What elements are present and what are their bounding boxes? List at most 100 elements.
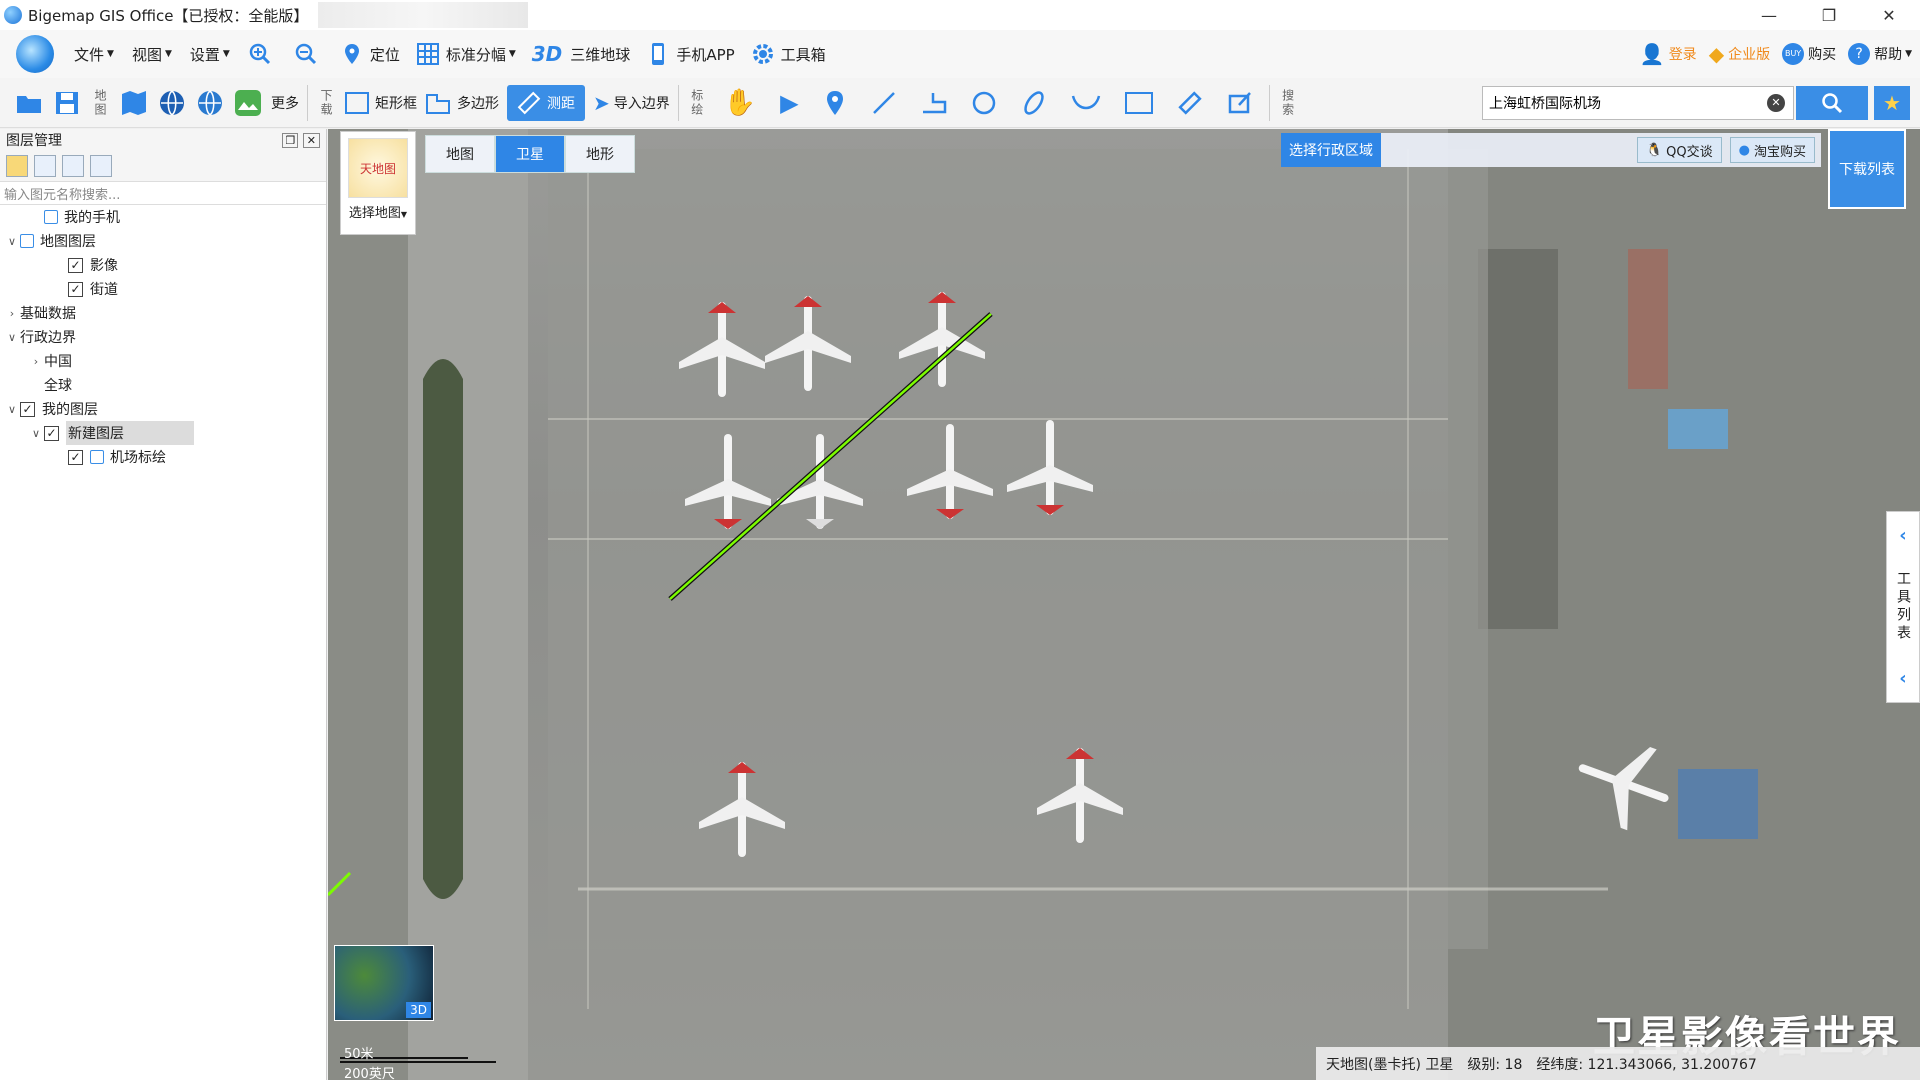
checkbox[interactable]: ✓ (20, 401, 35, 417)
login-button[interactable]: 👤 登录 (1640, 42, 1697, 66)
tree-item[interactable]: ∨ ✓ 新建图层 (0, 421, 326, 445)
globe-button-1[interactable] (157, 85, 187, 121)
tree-item[interactable]: 我的手机 (0, 205, 326, 229)
chevron-down-icon[interactable]: ∨ (4, 403, 20, 416)
ellipse-tool[interactable] (1021, 85, 1047, 121)
chevron-right-icon[interactable]: › (28, 355, 44, 368)
search-icon[interactable] (90, 155, 112, 177)
point-tool[interactable] (823, 85, 847, 121)
download-list-button[interactable]: 下载列表 (1828, 129, 1906, 209)
checkbox[interactable]: ✓ (68, 281, 83, 297)
location-pin-icon (344, 44, 359, 64)
float-icon[interactable]: ❐ (282, 133, 299, 148)
chevron-left-icon[interactable]: ‹ (1899, 525, 1906, 546)
save-button[interactable] (52, 85, 82, 121)
menu-settings[interactable]: 设置 ▼ (190, 44, 230, 65)
restore-button[interactable]: ❐ (1800, 0, 1858, 30)
map-view[interactable]: 天地图 选择地图▼ 地图 卫星 地形 选择行政区域 🐧 QQ交谈 ● 淘宝购买 下载… (328, 129, 1920, 1080)
pan-tool[interactable]: ✋ (724, 85, 756, 121)
import-boundary-button[interactable]: ➤ 导入边界 (593, 85, 670, 121)
polygon-select-button[interactable]: 多边形 (425, 85, 499, 121)
rectangle-select-button[interactable]: 矩形框 (345, 85, 417, 121)
tree-item[interactable]: ∨ ✓ 我的图层 (0, 397, 326, 421)
toolbox-button[interactable]: 工具箱 (751, 42, 826, 66)
tree-item[interactable]: ∨ 地图图层 (0, 229, 326, 253)
select-map-button[interactable]: 天地图 选择地图▼ (340, 131, 416, 235)
buy-button[interactable]: BUY 购买 (1782, 43, 1836, 65)
rectangle-icon (345, 91, 369, 114)
map-download-button[interactable] (233, 85, 263, 121)
3d-globe-thumbnail[interactable]: 3D (334, 945, 434, 1021)
checkbox[interactable]: ✓ (68, 257, 83, 273)
tree-item[interactable]: 全球 (0, 373, 326, 397)
standard-grid-button[interactable]: 标准分幅 ▼ (416, 42, 516, 66)
polyline-icon (922, 92, 946, 113)
tab-map[interactable]: 地图 (425, 135, 495, 173)
separator (307, 84, 308, 121)
line-tool[interactable] (871, 85, 897, 121)
map-group-label: 地图 (93, 88, 107, 117)
tab-satellite[interactable]: 卫星 (495, 135, 565, 173)
favorite-button[interactable]: ★ (1874, 86, 1910, 120)
settings-icon[interactable] (62, 155, 84, 177)
zoom-out-button[interactable] (294, 42, 324, 66)
tree-item[interactable]: ✓ 机场标绘 (0, 445, 326, 469)
folder-open-icon (17, 95, 41, 113)
close-icon[interactable]: ✕ (302, 133, 320, 148)
tool-list-panel[interactable]: ‹ 工具列表 ‹ (1886, 511, 1920, 703)
tool-list-label: 工具列表 (1895, 570, 1911, 643)
select-tool[interactable]: ▶ (780, 85, 798, 121)
title-bar: Bigemap GIS Office【已授权：全能版】 — ❐ ✕ (0, 0, 1920, 30)
circle-icon (972, 91, 995, 114)
minimize-button[interactable]: — (1740, 0, 1798, 30)
open-file-button[interactable] (14, 85, 44, 121)
enterprise-button[interactable]: ◆ 企业版 (1709, 42, 1770, 66)
globe-button-2[interactable] (195, 85, 225, 121)
polyline-tool[interactable] (921, 85, 947, 121)
marker-icon (826, 90, 843, 115)
tree-item[interactable]: ∨ 行政边界 (0, 325, 326, 349)
tab-terrain[interactable]: 地形 (565, 135, 635, 173)
mobile-app-button[interactable]: 手机APP (646, 42, 735, 66)
save-icon[interactable] (34, 155, 56, 177)
map-type-tabs: 地图 卫星 地形 (425, 135, 635, 173)
tree-item[interactable]: ✓ 影像 (0, 253, 326, 277)
measure-tool[interactable] (1177, 85, 1203, 121)
chevron-left-icon[interactable]: ‹ (1899, 668, 1906, 689)
tree-item[interactable]: › 基础数据 (0, 301, 326, 325)
taobao-buy-button[interactable]: ● 淘宝购买 (1729, 137, 1815, 163)
open-folder-icon[interactable] (6, 155, 28, 177)
map-source-button[interactable] (119, 85, 149, 121)
chevron-down-icon[interactable]: ∨ (4, 331, 20, 344)
tree-item[interactable]: ✓ 街道 (0, 277, 326, 301)
chevron-down-icon[interactable]: ∨ (28, 427, 44, 440)
chevron-right-icon[interactable]: › (4, 307, 20, 320)
layer-search-input[interactable]: 输入图元名称搜索... (0, 181, 326, 205)
circle-tool[interactable] (971, 85, 997, 121)
clear-icon[interactable]: ✕ (1767, 94, 1785, 112)
rectangle-draw-tool[interactable] (1124, 85, 1153, 121)
curve-tool[interactable] (1071, 85, 1101, 121)
edit-tool[interactable] (1227, 85, 1253, 121)
checkbox[interactable]: ✓ (44, 425, 59, 441)
select-region-button[interactable]: 选择行政区域 (1281, 133, 1381, 167)
menu-file[interactable]: 文件 ▼ (74, 44, 114, 65)
search-button[interactable] (1796, 86, 1868, 120)
more-button[interactable]: 更多 (271, 85, 299, 121)
zoom-in-button[interactable] (248, 42, 278, 66)
chevron-down-icon[interactable]: ∨ (4, 235, 20, 248)
close-button[interactable]: ✕ (1860, 0, 1918, 30)
help-button[interactable]: ? 帮助 ▼ (1848, 43, 1912, 65)
search-input[interactable] (1489, 95, 1759, 111)
measure-distance-button[interactable]: 测距 (507, 84, 585, 121)
3d-globe-button[interactable]: 3D 三维地球 (532, 42, 631, 66)
caret-down-icon: ▼ (222, 49, 230, 59)
polygon-icon (426, 93, 450, 114)
checkbox[interactable]: ✓ (68, 449, 83, 465)
tree-item[interactable]: › 中国 (0, 349, 326, 373)
qq-chat-button[interactable]: 🐧 QQ交谈 (1636, 137, 1722, 163)
panel-controls: ❐ ✕ (282, 132, 320, 148)
ellipse-icon (1023, 90, 1044, 115)
locate-button[interactable]: 定位 (340, 42, 400, 66)
menu-view[interactable]: 视图 ▼ (132, 44, 172, 65)
